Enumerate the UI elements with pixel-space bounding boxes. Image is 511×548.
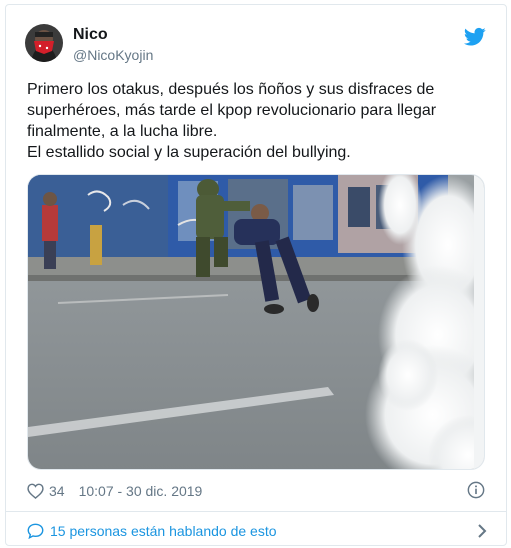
twitter-bird-icon[interactable] <box>464 27 486 47</box>
tweet-text-line: Primero los otakus, después los ñoños y … <box>27 81 437 140</box>
author-display-name[interactable]: Nico <box>73 26 108 44</box>
heart-icon[interactable] <box>27 483 44 499</box>
divider <box>6 511 506 512</box>
tweet-photo[interactable] <box>27 174 485 470</box>
tweet-card: Nico @NicoKyojin Primero los otakus, des… <box>5 4 507 546</box>
tweet-text-line: El estallido social y la superación del … <box>27 144 351 161</box>
avatar[interactable] <box>25 24 63 62</box>
chevron-right-icon[interactable] <box>477 523 487 539</box>
info-icon[interactable] <box>467 481 485 499</box>
tweet-text: Primero los otakus, después los ñoños y … <box>27 79 487 163</box>
like-count[interactable]: 34 <box>49 483 65 499</box>
conversation-label[interactable]: 15 personas están hablando de esto <box>50 523 277 539</box>
tweet-timestamp[interactable]: 10:07 - 30 dic. 2019 <box>79 483 203 499</box>
speech-bubble-icon <box>27 523 44 539</box>
author-handle[interactable]: @NicoKyojin <box>73 47 153 63</box>
conversation-link[interactable]: 15 personas están hablando de esto <box>27 520 487 542</box>
tweet-meta-row: 34 10:07 - 30 dic. 2019 <box>27 480 202 502</box>
